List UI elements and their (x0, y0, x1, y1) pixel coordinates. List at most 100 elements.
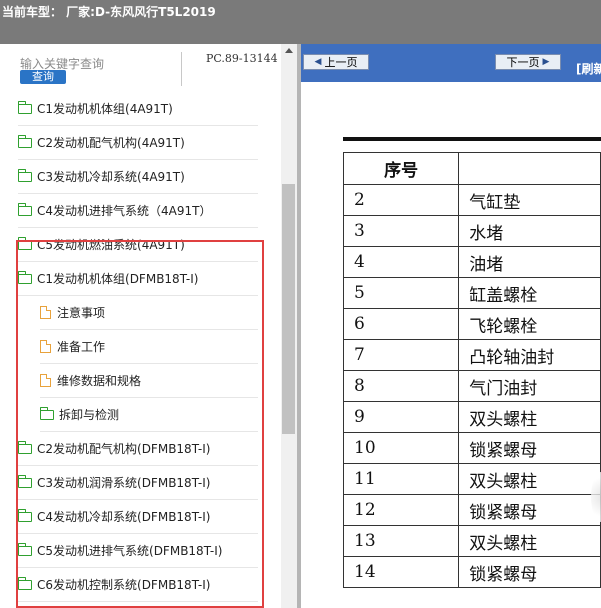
folder-icon (18, 440, 32, 454)
document-toolbar: ◀ 上一页 下一页 ▶ [刷新 (301, 44, 601, 82)
tree-item[interactable]: C2发动机配气机构(4A91T) (18, 126, 258, 160)
refresh-link[interactable]: [刷新 (576, 60, 601, 77)
folder-icon (18, 202, 32, 216)
part-number: 8 (342, 370, 460, 402)
parts-table: 序号 2 气缸垫 3 水堵 4 油堵 5 缸盖螺栓 6 飞轮螺栓 7 凸轮轴油封 8 气门油封 9 双头螺柱 1… (342, 152, 601, 588)
part-number: 2 (342, 184, 460, 216)
folder-icon (18, 100, 32, 114)
scroll-thumb[interactable] (282, 184, 295, 434)
header-rule (343, 137, 601, 141)
folder-open-icon (18, 270, 32, 284)
prev-page-button[interactable]: ◀ 上一页 (303, 54, 369, 70)
tree-item[interactable]: C5发动机燃油系统(4A91T) (18, 228, 258, 262)
part-name: 飞轮螺栓 (458, 308, 601, 340)
tree-item[interactable]: C7发动机燃油系统(DFMB18T-I) (18, 602, 258, 608)
part-number: 6 (342, 308, 460, 340)
tree-item[interactable]: C1发动机机体组(4A91T) (18, 94, 258, 126)
part-number: 11 (342, 463, 460, 495)
folder-icon (18, 542, 32, 556)
document-icon (40, 306, 51, 319)
vehicle-title: 当前车型： 厂家:D-东风风行T5L2019 (2, 5, 216, 19)
part-number: 7 (342, 339, 460, 371)
table-row: 5 缸盖螺栓 (342, 277, 601, 309)
table-row: 6 飞轮螺栓 (342, 308, 601, 340)
tree-item[interactable]: C4发动机进排气系统（4A91T） (18, 194, 258, 228)
part-number: 4 (342, 246, 460, 278)
tree-item-label: C1发动机机体组(4A91T) (37, 102, 173, 116)
part-number: 14 (342, 556, 460, 588)
part-name: 水堵 (458, 215, 601, 247)
folder-icon (18, 168, 32, 182)
table-row: 4 油堵 (342, 246, 601, 278)
tree-item-label: C2发动机配气机构(DFMB18T-I) (37, 442, 211, 456)
part-name: 双头螺柱 (458, 525, 601, 557)
table-header-row: 序号 (342, 152, 601, 185)
tree-item-label: C5发动机进排气系统(DFMB18T-I) (37, 544, 223, 558)
folder-icon (18, 134, 32, 148)
document-viewport: 序号 2 气缸垫 3 水堵 4 油堵 5 缸盖螺栓 6 飞轮螺栓 7 凸轮轴油封 8 气门油封 9 双头螺柱 1… (301, 82, 601, 608)
table-row: 9 双头螺柱 (342, 401, 601, 433)
tree-scrollbar[interactable] (281, 44, 297, 608)
part-number: 5 (342, 277, 460, 309)
tree-item[interactable]: C3发动机润滑系统(DFMB18T-I) (18, 466, 258, 500)
scroll-up-arrow-icon[interactable] (285, 48, 293, 53)
document-icon (40, 340, 51, 353)
tree-item-label: C3发动机冷却系统(4A91T) (37, 170, 185, 184)
folder-icon (18, 236, 32, 250)
tree-item-label: C2发动机配气机构(4A91T) (37, 136, 185, 150)
folder-icon (18, 474, 32, 488)
tree-item[interactable]: C5发动机进排气系统(DFMB18T-I) (18, 534, 258, 568)
part-number: 13 (342, 525, 460, 557)
document-icon (40, 374, 51, 387)
left-panel: 查询 PC.89-13144 C1发动机机体组(4A91T) C2发动机配气机构(… (0, 44, 297, 608)
catalog-tree: C1发动机机体组(4A91T) C2发动机配气机构(4A91T) C3发动机冷却系统… (0, 94, 281, 608)
table-row: 2 气缸垫 (342, 184, 601, 216)
part-name: 气门油封 (458, 370, 601, 402)
table-row: 11 双头螺柱 (342, 463, 601, 495)
folder-icon (40, 406, 54, 420)
document-page: 序号 2 气缸垫 3 水堵 4 油堵 5 缸盖螺栓 6 飞轮螺栓 7 凸轮轴油封 8 气门油封 9 双头螺柱 1… (301, 82, 601, 608)
table-row: 12 锁紧螺母 (342, 494, 601, 526)
tree-item[interactable]: C1发动机机体组(DFMB18T-I) (18, 262, 258, 296)
column-header-name (458, 152, 601, 185)
table-row: 3 水堵 (342, 215, 601, 247)
column-header-number: 序号 (342, 152, 460, 185)
part-number: 12 (342, 494, 460, 526)
next-page-button[interactable]: 下一页 ▶ (495, 54, 561, 70)
tree-item[interactable]: C3发动机冷却系统(4A91T) (18, 160, 258, 194)
search-button[interactable]: 查询 (20, 70, 66, 84)
part-name: 气缸垫 (458, 184, 601, 216)
tree-item-label: 维修数据和规格 (57, 374, 142, 388)
part-name: 缸盖螺栓 (458, 277, 601, 309)
tree-item-label: 拆卸与检测 (59, 408, 120, 422)
tree-item[interactable]: 拆卸与检测 (40, 398, 258, 432)
part-name: 锁紧螺母 (458, 556, 601, 588)
tree-item-label: 准备工作 (57, 340, 106, 354)
title-bar: 当前车型： 厂家:D-东风风行T5L2019 (0, 0, 601, 44)
part-number: 9 (342, 401, 460, 433)
document-panel: ◀ 上一页 下一页 ▶ [刷新 序号 2 气缸垫 3 水堵 4 油堵 5 缸盖螺栓 6 飞轮螺栓 7… (301, 44, 601, 608)
tree-item[interactable]: 维修数据和规格 (40, 364, 258, 398)
tree-item-label: C5发动机燃油系统(4A91T) (37, 238, 185, 252)
part-number: 3 (342, 215, 460, 247)
tree-item[interactable]: C2发动机配气机构(DFMB18T-I) (18, 432, 258, 466)
tree-item-label: C1发动机机体组(DFMB18T-I) (37, 272, 199, 286)
table-row: 8 气门油封 (342, 370, 601, 402)
table-row: 14 锁紧螺母 (342, 556, 601, 588)
search-area: 查询 PC.89-13144 (0, 44, 297, 94)
tree-item-label: C4发动机进排气系统（4A91T） (37, 204, 212, 218)
part-name: 锁紧螺母 (458, 432, 601, 464)
part-name: 凸轮轴油封 (458, 339, 601, 371)
page-code: PC.89-13144 (206, 52, 278, 65)
table-row: 7 凸轮轴油封 (342, 339, 601, 371)
part-number: 10 (342, 432, 460, 464)
part-name: 双头螺柱 (458, 401, 601, 433)
tree-item[interactable]: 准备工作 (40, 330, 258, 364)
tree-item[interactable]: C6发动机控制系统(DFMB18T-I) (18, 568, 258, 602)
triangle-left-icon: ◀ (314, 57, 322, 67)
part-name: 油堵 (458, 246, 601, 278)
tree-item[interactable]: C4发动机冷却系统(DFMB18T-I) (18, 500, 258, 534)
tree-item[interactable]: 注意事项 (40, 296, 258, 330)
table-row: 13 双头螺柱 (342, 525, 601, 557)
tree-item-label: C6发动机控制系统(DFMB18T-I) (37, 578, 211, 592)
